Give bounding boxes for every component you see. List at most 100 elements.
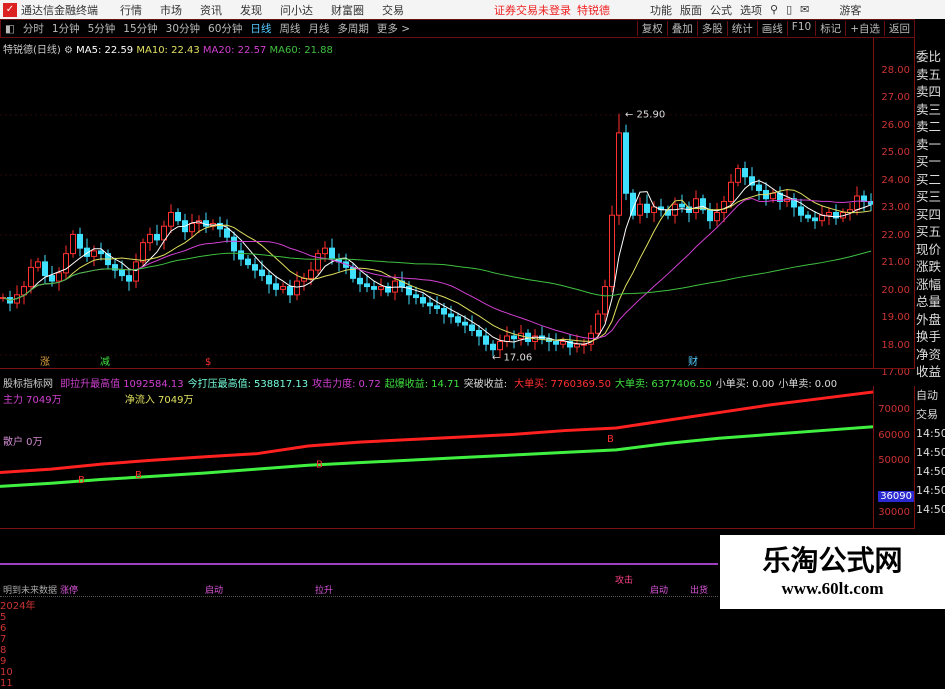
candle [812,217,818,222]
candle [35,261,41,268]
candle [413,294,419,299]
tool-3[interactable]: 统计 [726,21,757,36]
candle [714,211,720,222]
price-tick: 27.00 [881,92,910,104]
period-5[interactable]: 60分钟 [208,21,242,36]
buy-marker: B [78,475,85,486]
menu-banmian[interactable]: 版面 [680,2,702,18]
candle [252,264,258,271]
ma-info: 特锐德(日线) ⚙ MA5: 22.59 MA10: 22.43 MA20: 2… [3,41,333,56]
login-alert[interactable]: 证券交易未登录 [494,2,571,18]
price-tick: 25.00 [881,147,910,159]
tool-7[interactable]: +自选 [845,21,884,36]
period-7[interactable]: 周线 [279,21,300,36]
quote-field-label: 卖五 [916,66,942,82]
menu-xuanxiang[interactable]: 选项 [740,2,762,18]
candle [154,233,160,241]
candle [308,269,314,279]
phone-icon[interactable]: ▯ [786,3,792,16]
tool-4[interactable]: 画线 [756,21,787,36]
tool-2[interactable]: 多股 [696,21,727,36]
date-axis: 2024年 5 6 7 8 9 10 11 [0,596,718,689]
tool-0[interactable]: 复权 [636,21,667,36]
candle [616,132,622,216]
tool-5[interactable]: F10 [786,21,815,36]
candle [259,269,265,277]
quote-field-label: 卖三 [916,101,942,117]
menu-zixun[interactable]: 资讯 [200,2,222,18]
tool-6[interactable]: 标记 [815,21,845,36]
divider [0,368,915,369]
candle [329,247,335,260]
event-marker: 涨 [40,356,50,368]
period-4[interactable]: 30分钟 [166,21,200,36]
date-tick: 7 [0,634,7,645]
candle [91,250,97,257]
time-panel: 自动 交易 14:50 14:50 14:50 14:50 14:50 [916,386,945,519]
message-icon[interactable]: ✉ [800,3,809,16]
candle [42,261,48,277]
period-6[interactable]: 日线 [250,21,271,36]
period-8[interactable]: 月线 [308,21,329,36]
menu-wenxiaoda[interactable]: 问小达 [280,2,313,18]
date-tick: 9 [0,656,7,667]
divider [0,528,915,529]
quote-field-label: 外盘 [916,311,942,327]
time-label: 14:50 [916,446,945,459]
candle [168,211,174,227]
tool-8[interactable]: 返回 [884,21,914,36]
guest-button[interactable]: 游客 [839,2,861,18]
buy-marker: B [135,470,142,481]
candle [56,272,62,282]
tool-1[interactable]: 叠加 [666,21,697,36]
candle [364,283,370,288]
menu-faxian[interactable]: 发现 [240,2,262,18]
candle [504,335,510,342]
signal: 攻击 [615,576,634,586]
candle [427,302,433,307]
candle [721,200,727,213]
event-marker: 财 [688,355,698,368]
signal: 涨停 [60,586,79,596]
candle [553,340,559,345]
quote-field-label: 收益 [916,364,942,379]
buy-marker: B [607,434,614,445]
quote-field-label: 总量 [916,294,942,309]
candle [420,297,426,304]
time-label: 14:50 [916,427,945,440]
candle [273,283,279,290]
menu-hangqing[interactable]: 行情 [120,2,142,18]
toggle-icon[interactable]: ◧ [5,23,15,35]
candle [490,343,496,351]
menu-gongneng[interactable]: 功能 [650,2,672,18]
period-0[interactable]: 分时 [23,21,44,36]
menu-gongshi[interactable]: 公式 [710,2,732,18]
period-2[interactable]: 5分钟 [88,21,116,36]
indicator-tick: 30000 [878,506,910,518]
menu-shichang[interactable]: 市场 [160,2,182,18]
candle [294,280,300,296]
candle [679,203,685,208]
search-icon[interactable]: ⚲ [770,3,778,16]
candle [770,192,776,200]
signal: 出货 [690,586,709,596]
indicator-chart[interactable]: B B B B [0,386,873,528]
candle [707,209,713,222]
menu-jiaoyi[interactable]: 交易 [382,2,404,18]
watermark: 乐淘公式网 www.60lt.com [720,535,945,609]
period-9[interactable]: 多周期 [337,21,369,36]
event-marker: 减 [100,356,110,368]
candle [315,253,321,271]
menu-caifuquan[interactable]: 财富圈 [331,2,364,18]
candlestick-chart[interactable]: ← 25.90 ← 17.06 涨 减 $ 财 [0,55,873,368]
event-marker: $ [205,357,211,368]
period-1[interactable]: 1分钟 [52,21,80,36]
stock-link[interactable]: 特锐德 [577,2,610,18]
candle [238,250,244,260]
period-10[interactable]: 更多 > [377,21,410,36]
candle [623,132,629,194]
signal: 启动 [650,586,669,596]
candle [189,222,195,233]
candle [434,305,440,310]
period-3[interactable]: 15分钟 [123,21,157,36]
